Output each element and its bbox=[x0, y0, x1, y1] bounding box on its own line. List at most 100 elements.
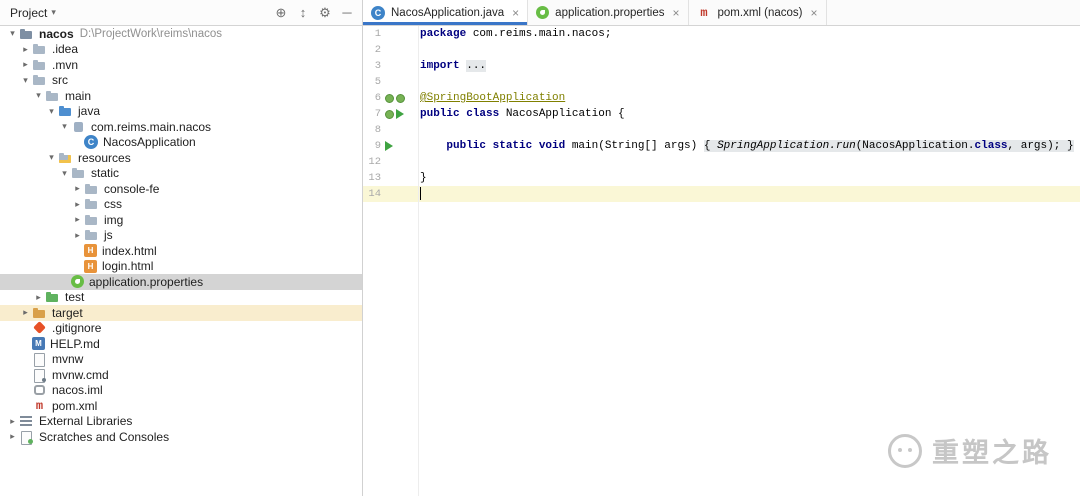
maven-icon: m bbox=[700, 5, 708, 20]
code-line-1[interactable]: 1 package com.reims.main.nacos; bbox=[363, 26, 1080, 42]
tree-item-js[interactable]: ▸ js bbox=[0, 228, 362, 244]
tree-item-idea[interactable]: ▸ .idea bbox=[0, 42, 362, 58]
editor-tab-pom-xml-nacos[interactable]: m pom.xml (nacos) × bbox=[689, 0, 827, 25]
tree-item-test[interactable]: ▸ test bbox=[0, 290, 362, 306]
code-text[interactable]: public class NacosApplication { bbox=[407, 106, 625, 122]
code-text[interactable]: @SpringBootApplication bbox=[407, 90, 565, 106]
tree-item-src[interactable]: ▾ src bbox=[0, 73, 362, 89]
tree-item-static[interactable]: ▾ static bbox=[0, 166, 362, 182]
settings-gear-icon[interactable]: ⚙ bbox=[314, 0, 336, 26]
code-line-9[interactable]: 9 public static void main(String[] args)… bbox=[363, 138, 1080, 154]
chevron-collapsed-icon[interactable]: ▸ bbox=[19, 59, 32, 70]
chevron-collapsed-icon[interactable]: ▸ bbox=[71, 183, 84, 194]
editor-tab-nacosapplication-java[interactable]: C NacosApplication.java × bbox=[363, 0, 529, 25]
chevron-collapsed-icon[interactable]: ▸ bbox=[32, 292, 45, 303]
close-tab-icon[interactable]: × bbox=[673, 6, 680, 20]
code-line-13[interactable]: 13} bbox=[363, 170, 1080, 186]
chevron-expanded-icon[interactable]: ▾ bbox=[45, 106, 58, 117]
tree-item-resources[interactable]: ▾ resources bbox=[0, 150, 362, 166]
code-text[interactable]: public static void main(String[] args) {… bbox=[407, 138, 1074, 154]
code-line-12[interactable]: 12 bbox=[363, 154, 1080, 170]
chevron-collapsed-icon[interactable]: ▸ bbox=[71, 214, 84, 225]
chevron-collapsed-icon[interactable]: ▸ bbox=[71, 230, 84, 241]
spring-bean-icon[interactable] bbox=[396, 93, 405, 103]
scratches-icon bbox=[19, 430, 34, 445]
tree-item-nacos-iml[interactable]: nacos.iml bbox=[0, 383, 362, 399]
tree-item-external-libraries[interactable]: ▸ External Libraries bbox=[0, 414, 362, 430]
chevron-down-icon: ▾ bbox=[51, 7, 56, 17]
run-icon[interactable] bbox=[396, 109, 404, 119]
tree-item-label: console-fe bbox=[104, 181, 160, 196]
tree-item-mvn[interactable]: ▸ .mvn bbox=[0, 57, 362, 73]
tree-item-java[interactable]: ▾ java bbox=[0, 104, 362, 120]
tree-item-label: com.reims.main.nacos bbox=[91, 119, 212, 134]
code-area: 1 package com.reims.main.nacos; 2 3 import .… bbox=[363, 26, 1080, 202]
code-line-7[interactable]: 7 public class NacosApplication { bbox=[363, 106, 1080, 122]
tree-item-label: Scratches and Consoles bbox=[39, 429, 170, 444]
spring-bean-icon[interactable] bbox=[385, 93, 394, 103]
tree-item-help-md[interactable]: M HELP.md bbox=[0, 336, 362, 352]
tab-label: pom.xml (nacos) bbox=[717, 6, 803, 19]
tree-item-gitignore[interactable]: .gitignore bbox=[0, 321, 362, 337]
code-line-3[interactable]: 3 import ... bbox=[363, 58, 1080, 74]
code-line-5[interactable]: 5 bbox=[363, 74, 1080, 90]
close-tab-icon[interactable]: × bbox=[512, 6, 519, 20]
hide-panel-icon[interactable]: ─ bbox=[336, 0, 358, 26]
code-line-14[interactable]: 14 bbox=[363, 186, 1080, 202]
run-icon[interactable] bbox=[385, 141, 393, 151]
chevron-collapsed-icon[interactable]: ▸ bbox=[6, 431, 19, 442]
folder-icon bbox=[32, 58, 47, 72]
chevron-expanded-icon[interactable]: ▾ bbox=[19, 75, 32, 86]
tree-item-login-html[interactable]: Hlogin.html bbox=[0, 259, 362, 275]
close-tab-icon[interactable]: × bbox=[811, 6, 818, 20]
folder-icon bbox=[84, 182, 99, 196]
code-line-6[interactable]: 6 @SpringBootApplication bbox=[363, 90, 1080, 106]
chevron-collapsed-icon[interactable]: ▸ bbox=[19, 44, 32, 55]
folder-icon bbox=[84, 197, 99, 211]
tree-item-label: resources bbox=[78, 150, 131, 165]
chevron-collapsed-icon[interactable]: ▸ bbox=[6, 416, 19, 427]
locate-icon[interactable]: ⊕ bbox=[270, 0, 292, 26]
line-number: 3 bbox=[374, 60, 381, 72]
spring-leaf-icon bbox=[71, 275, 84, 289]
tree-item-index-html[interactable]: Hindex.html bbox=[0, 243, 362, 259]
tree-item-com-reims-main-nacos[interactable]: ▾ com.reims.main.nacos bbox=[0, 119, 362, 135]
chevron-collapsed-icon[interactable]: ▸ bbox=[71, 199, 84, 210]
tree-item-main[interactable]: ▾ main bbox=[0, 88, 362, 104]
chevron-expanded-icon[interactable]: ▾ bbox=[6, 28, 19, 39]
chevron-expanded-icon[interactable]: ▾ bbox=[58, 168, 71, 179]
tree-item-mvnw[interactable]: mvnw bbox=[0, 352, 362, 368]
tree-item-img[interactable]: ▸ img bbox=[0, 212, 362, 228]
code-line-8[interactable]: 8 bbox=[363, 122, 1080, 138]
chevron-expanded-icon[interactable]: ▾ bbox=[58, 121, 71, 132]
tree-item-label: pom.xml bbox=[52, 398, 98, 413]
code-text[interactable]: } bbox=[407, 170, 427, 186]
code-text[interactable]: package com.reims.main.nacos; bbox=[407, 26, 611, 42]
tree-item-label: NacosApplication bbox=[103, 135, 196, 150]
cmd-file-icon bbox=[32, 368, 47, 383]
java-class-icon: C bbox=[371, 5, 385, 20]
chevron-expanded-icon[interactable]: ▾ bbox=[45, 152, 58, 163]
tree-item-label: External Libraries bbox=[39, 414, 133, 429]
tree-item-nacos[interactable]: ▾ nacos D:\ProjectWork\reims\nacos bbox=[0, 26, 362, 42]
editor-tab-application-properties[interactable]: application.properties × bbox=[528, 0, 689, 25]
spring-bean-icon[interactable] bbox=[385, 109, 394, 119]
line-number: 5 bbox=[374, 76, 381, 88]
tree-item-mvnw-cmd[interactable]: mvnw.cmd bbox=[0, 367, 362, 383]
tree-item-target[interactable]: ▸ target bbox=[0, 305, 362, 321]
tree-item-scratches-and-consoles[interactable]: ▸ Scratches and Consoles bbox=[0, 429, 362, 445]
collapse-all-icon[interactable]: ↕ bbox=[292, 0, 314, 26]
chevron-expanded-icon[interactable]: ▾ bbox=[32, 90, 45, 101]
folder-icon bbox=[32, 42, 47, 56]
tree-item-css[interactable]: ▸ css bbox=[0, 197, 362, 213]
tree-item-console-fe[interactable]: ▸ console-fe bbox=[0, 181, 362, 197]
tree-item-application-properties[interactable]: application.properties bbox=[0, 274, 362, 290]
tree-item-pom-xml[interactable]: m pom.xml bbox=[0, 398, 362, 414]
folder-icon bbox=[71, 166, 86, 180]
panel-title[interactable]: Project bbox=[10, 6, 47, 20]
code-line-2[interactable]: 2 bbox=[363, 42, 1080, 58]
editor[interactable]: 1 package com.reims.main.nacos; 2 3 import .… bbox=[363, 26, 1080, 496]
package-icon bbox=[71, 120, 86, 134]
chevron-collapsed-icon[interactable]: ▸ bbox=[19, 307, 32, 318]
tree-item-nacosapplication[interactable]: C NacosApplication bbox=[0, 135, 362, 151]
